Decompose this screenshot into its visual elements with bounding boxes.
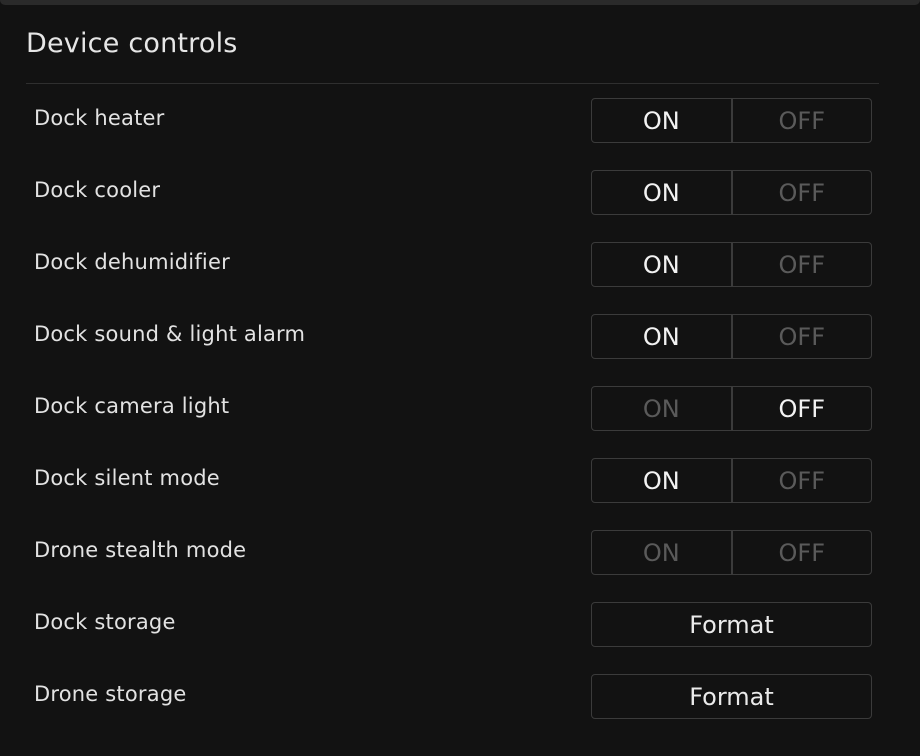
off-option[interactable]: OFF xyxy=(730,315,872,358)
dock-heater-toggle[interactable]: ON OFF xyxy=(591,98,872,143)
off-option[interactable]: OFF xyxy=(730,243,872,286)
row-label: Dock cooler xyxy=(34,178,161,202)
dock-cooler-toggle[interactable]: ON OFF xyxy=(591,170,872,215)
on-option[interactable]: ON xyxy=(592,99,731,142)
off-option[interactable]: OFF xyxy=(730,387,872,430)
on-option[interactable]: ON xyxy=(592,243,731,286)
toggle-row-drone-stealth-mode: Drone stealth mode ON OFF xyxy=(0,529,920,601)
on-option[interactable]: ON xyxy=(592,531,731,574)
off-option[interactable]: OFF xyxy=(730,171,872,214)
drone-storage-format-button[interactable]: Format xyxy=(591,674,872,719)
drone-stealth-mode-toggle[interactable]: ON OFF xyxy=(591,530,872,575)
controls-list: Dock heater ON OFF Dock cooler ON OFF Do… xyxy=(0,97,920,745)
row-label: Dock sound & light alarm xyxy=(34,322,306,346)
on-option[interactable]: ON xyxy=(592,387,731,430)
row-label: Dock storage xyxy=(34,610,176,634)
dock-dehumidifier-toggle[interactable]: ON OFF xyxy=(591,242,872,287)
title-divider xyxy=(26,83,879,84)
toggle-row-dock-silent-mode: Dock silent mode ON OFF xyxy=(0,457,920,529)
on-option[interactable]: ON xyxy=(592,459,731,502)
off-option[interactable]: OFF xyxy=(730,531,872,574)
row-label: Dock heater xyxy=(34,106,165,130)
row-label: Dock silent mode xyxy=(34,466,220,490)
dock-sound-light-alarm-toggle[interactable]: ON OFF xyxy=(591,314,872,359)
top-bar xyxy=(0,0,920,5)
row-label: Drone storage xyxy=(34,682,187,706)
storage-row-dock: Dock storage Format xyxy=(0,601,920,673)
off-option[interactable]: OFF xyxy=(730,99,872,142)
panel-title: Device controls xyxy=(26,28,238,59)
row-label: Dock camera light xyxy=(34,394,230,418)
on-option[interactable]: ON xyxy=(592,315,731,358)
toggle-row-dock-camera-light: Dock camera light ON OFF xyxy=(0,385,920,457)
on-option[interactable]: ON xyxy=(592,171,731,214)
device-controls-panel: Device controls Dock heater ON OFF Dock … xyxy=(0,0,920,756)
row-label: Drone stealth mode xyxy=(34,538,247,562)
toggle-row-dock-cooler: Dock cooler ON OFF xyxy=(0,169,920,241)
row-label: Dock dehumidifier xyxy=(34,250,230,274)
storage-row-drone: Drone storage Format xyxy=(0,673,920,745)
dock-camera-light-toggle[interactable]: ON OFF xyxy=(591,386,872,431)
toggle-row-dock-dehumidifier: Dock dehumidifier ON OFF xyxy=(0,241,920,313)
off-option[interactable]: OFF xyxy=(730,459,872,502)
dock-silent-mode-toggle[interactable]: ON OFF xyxy=(591,458,872,503)
dock-storage-format-button[interactable]: Format xyxy=(591,602,872,647)
toggle-row-dock-heater: Dock heater ON OFF xyxy=(0,97,920,169)
toggle-row-dock-sound-light-alarm: Dock sound & light alarm ON OFF xyxy=(0,313,920,385)
